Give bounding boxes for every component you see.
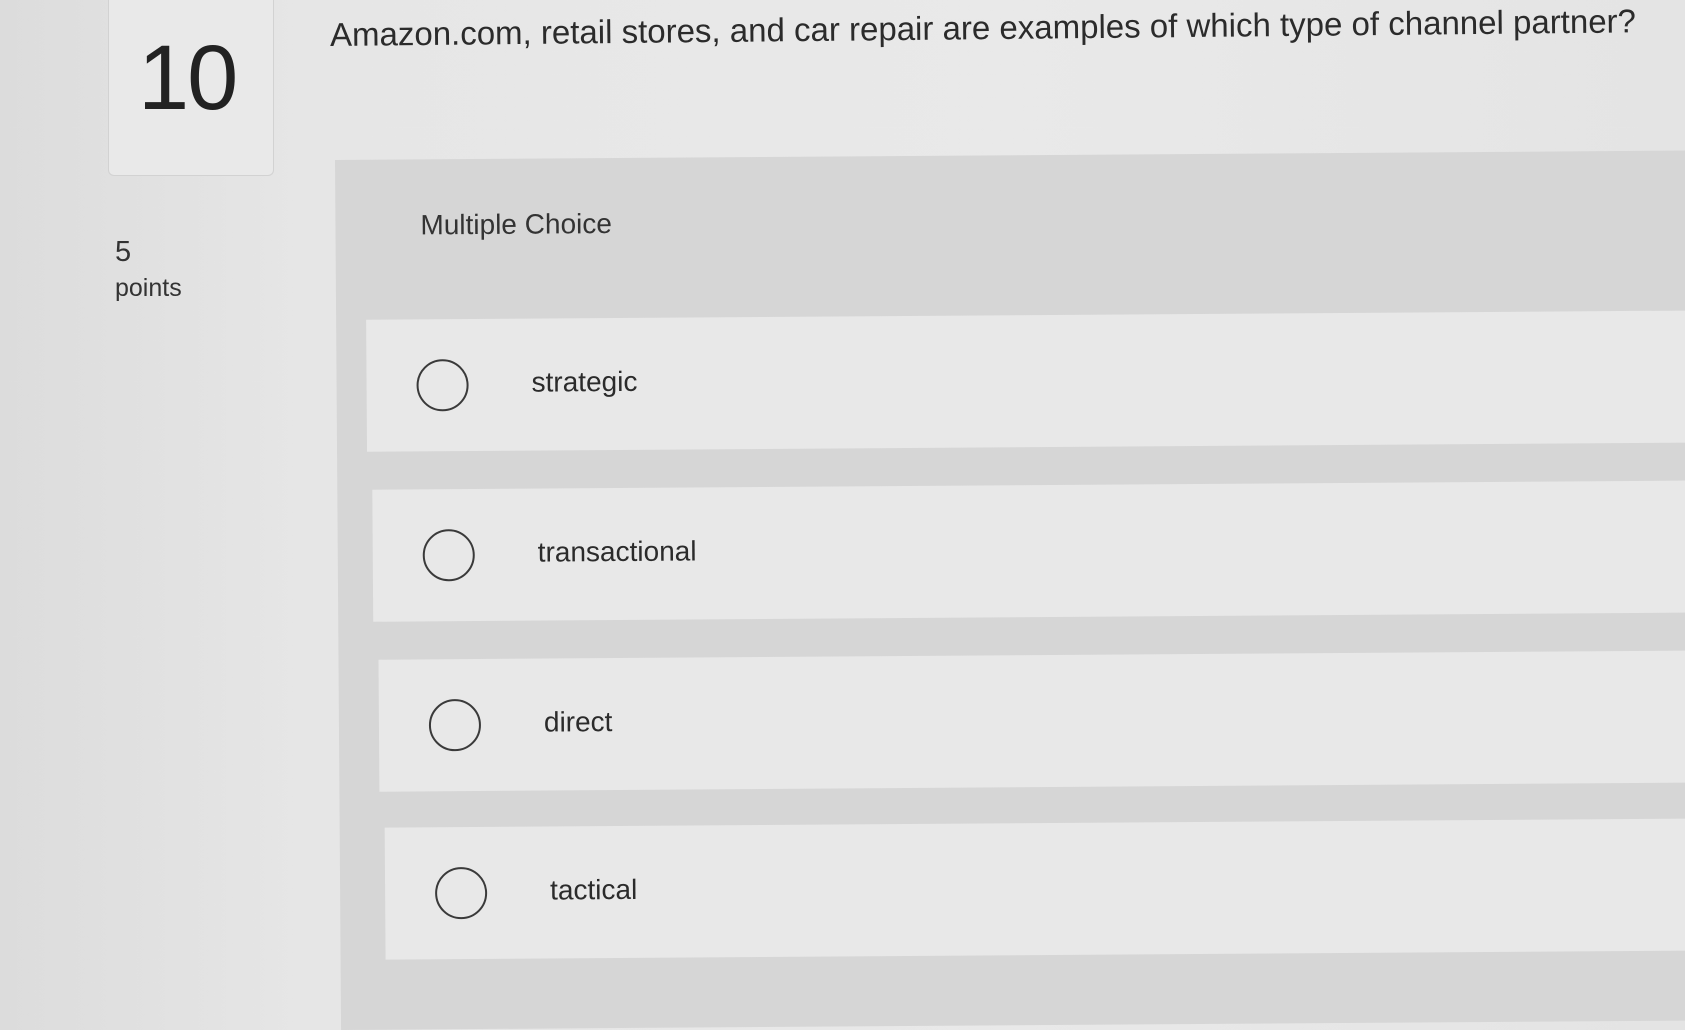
option-label: transactional xyxy=(537,535,697,568)
question-type-label: Multiple Choice xyxy=(420,208,612,241)
answer-option-strategic[interactable]: strategic xyxy=(366,310,1685,452)
radio-button[interactable] xyxy=(422,529,475,582)
question-type-header: Multiple Choice xyxy=(335,151,1685,275)
answer-panel: Multiple Choice strategic transactional … xyxy=(335,150,1685,1030)
option-label: strategic xyxy=(531,365,638,398)
answer-option-direct[interactable]: direct xyxy=(378,650,1685,792)
points-value: 5 xyxy=(115,236,132,268)
answer-option-transactional[interactable]: transactional xyxy=(372,480,1685,622)
radio-button[interactable] xyxy=(416,359,469,412)
answer-option-tactical[interactable]: tactical xyxy=(384,818,1685,960)
radio-button[interactable] xyxy=(434,866,488,920)
option-label: direct xyxy=(543,706,613,738)
option-label: tactical xyxy=(549,873,638,906)
question-prompt: Amazon.com, retail stores, and car repai… xyxy=(329,2,1637,53)
radio-button[interactable] xyxy=(428,698,482,752)
points-label: points xyxy=(115,274,182,302)
question-number: 10 xyxy=(138,27,238,129)
